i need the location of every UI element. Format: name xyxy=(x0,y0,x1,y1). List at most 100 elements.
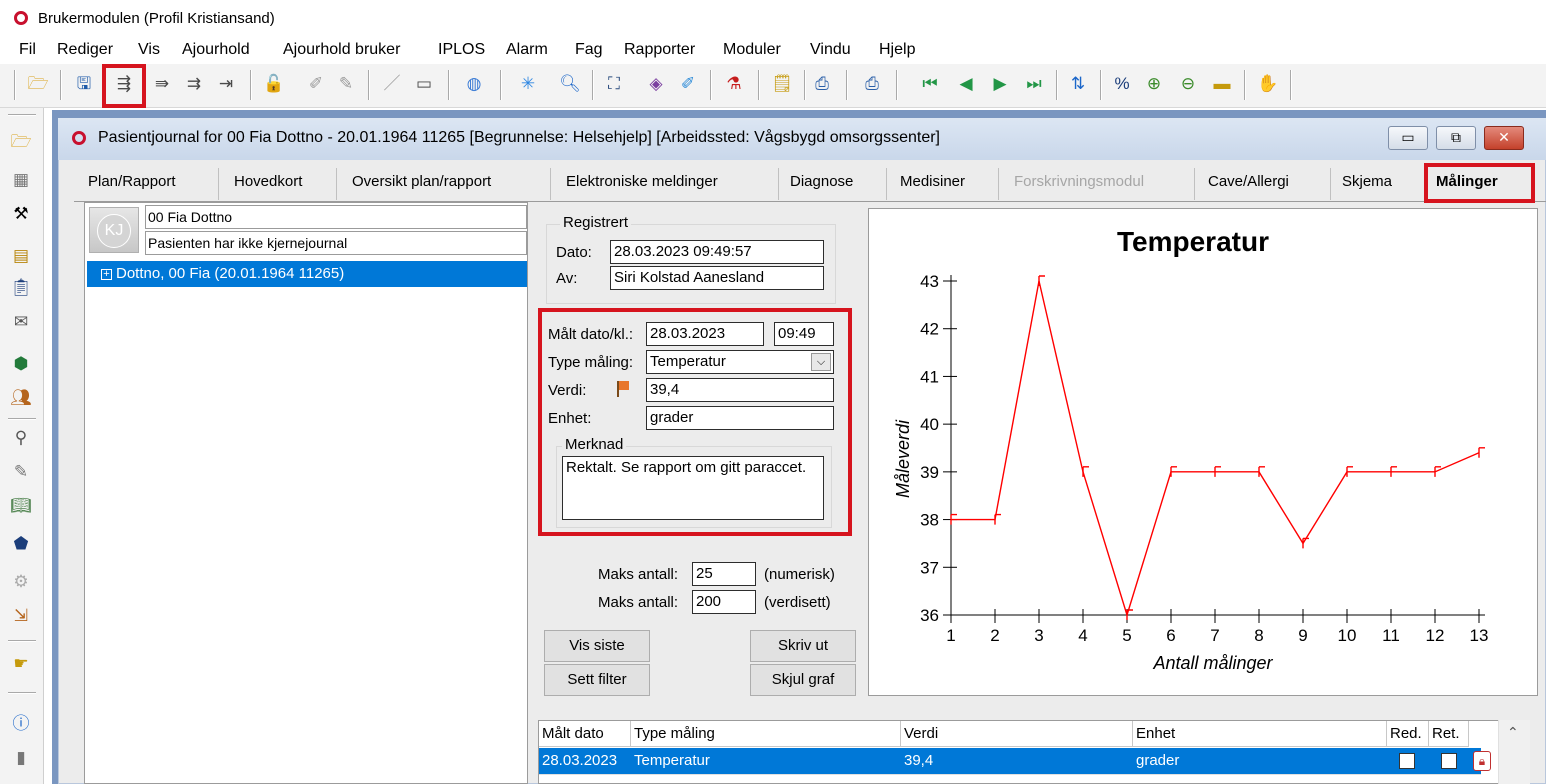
zoom-out-icon[interactable]: ⊖ xyxy=(1176,72,1200,96)
tools-icon[interactable]: ⚒ xyxy=(9,202,33,226)
calendar-icon[interactable]: ▦ xyxy=(9,168,33,192)
menu-alarm[interactable]: Alarm xyxy=(506,41,548,59)
header-verdi[interactable]: Verdi xyxy=(901,721,1133,747)
tab-diagnose[interactable]: Diagnose xyxy=(790,173,853,190)
print-preview-icon[interactable]: ⎙ xyxy=(860,72,884,96)
print-icon[interactable]: ⎙ xyxy=(810,72,834,96)
document-icon[interactable]: ▤ xyxy=(9,244,33,268)
first-record-icon[interactable]: ⏮ xyxy=(918,72,942,96)
settings-icon[interactable]: ⚙ xyxy=(9,570,33,594)
exit-door-icon[interactable]: ⇲ xyxy=(9,604,33,628)
table-row[interactable]: 28.03.2023 Temperatur 39,4 grader 🔒︎ xyxy=(539,748,1491,774)
patient-tree-item[interactable]: + Dottno, 00 Fia (20.01.1964 11265) xyxy=(87,261,527,287)
clipboard-icon[interactable]: 📋︎ xyxy=(9,276,33,300)
mail-icon[interactable]: ✉ xyxy=(9,310,33,334)
stethoscope-icon[interactable]: ⚲ xyxy=(9,426,33,450)
tab-forskrivningsmodul[interactable]: Forskrivningsmodul xyxy=(1014,173,1144,190)
header-red[interactable]: Red. xyxy=(1387,721,1429,747)
bandage-icon[interactable]: ⬢ xyxy=(9,352,33,376)
eraser-icon[interactable]: ◈ xyxy=(644,72,668,96)
tab-plan-rapport[interactable]: Plan/Rapport xyxy=(88,173,176,190)
binoculars-icon[interactable]: ⛶ xyxy=(602,72,626,96)
menu-fil[interactable]: Fil xyxy=(19,41,36,59)
x-tick-label: 7 xyxy=(1210,626,1219,645)
users-icon[interactable]: 👥︎ xyxy=(9,386,33,410)
flask-icon[interactable]: ⚗ xyxy=(722,72,746,96)
table-scrollbar[interactable]: ⌃ xyxy=(1498,720,1530,784)
minimize-button[interactable]: ▭ xyxy=(1388,126,1428,150)
tab-medisiner[interactable]: Medisiner xyxy=(900,173,965,190)
notepad-icon[interactable]: 🗒 xyxy=(770,72,794,96)
table-row[interactable] xyxy=(539,774,1481,784)
light-icon[interactable]: ✳ xyxy=(516,72,540,96)
header-ret[interactable]: Ret. xyxy=(1429,721,1469,747)
close-button[interactable]: ✕ xyxy=(1484,126,1524,150)
restore-button[interactable]: ⧉ xyxy=(1436,126,1476,150)
menu-ajourhold[interactable]: Ajourhold xyxy=(182,41,250,59)
skjul-graf-button[interactable]: Skjul graf xyxy=(750,664,856,696)
form-icon[interactable]: ▭ xyxy=(412,72,436,96)
menu-hjelp[interactable]: Hjelp xyxy=(879,41,915,59)
red-checkbox[interactable] xyxy=(1399,753,1415,769)
tab-hovedkort[interactable]: Hovedkort xyxy=(234,173,302,190)
header-enhet[interactable]: Enhet xyxy=(1133,721,1387,747)
multi-pin-icon[interactable]: ✎ xyxy=(334,72,358,96)
syringe-icon[interactable]: ✐ xyxy=(676,72,700,96)
open-folder-icon[interactable]: 🗁 xyxy=(26,72,50,96)
hand-icon[interactable]: ☛ xyxy=(9,652,33,676)
save-icon[interactable]: 🖫 xyxy=(72,72,96,96)
chart-svg: Temperatur Antall målinger Måleverdi 363… xyxy=(893,226,1488,673)
maks-antall-numerisk-input[interactable]: 25 xyxy=(692,562,756,586)
tab-oversikt-plan-rapport[interactable]: Oversikt plan/rapport xyxy=(352,173,491,190)
menu-rapporter[interactable]: Rapporter xyxy=(624,41,695,59)
header-type-maling[interactable]: Type måling xyxy=(631,721,901,747)
vis-siste-button[interactable]: Vis siste xyxy=(544,630,650,662)
skriv-ut-button[interactable]: Skriv ut xyxy=(750,630,856,662)
unlock-icon[interactable]: 🔓 xyxy=(262,72,286,96)
menu-iplos[interactable]: IPLOS xyxy=(438,41,485,59)
menu-moduler[interactable]: Moduler xyxy=(723,41,781,59)
next-record-icon[interactable]: ▶ xyxy=(988,72,1012,96)
help-icon[interactable]: ⓘ xyxy=(9,712,33,736)
ret-checkbox[interactable] xyxy=(1441,753,1457,769)
menu-vis[interactable]: Vis xyxy=(138,41,160,59)
sort-icon[interactable]: ⇅ xyxy=(1066,72,1090,96)
sett-filter-button[interactable]: Sett filter xyxy=(544,664,650,696)
last-record-icon[interactable]: ⏭ xyxy=(1022,72,1046,96)
y-tick-label: 39 xyxy=(920,463,939,482)
tag-icon[interactable]: ⬟ xyxy=(9,532,33,556)
tree-indent-icon[interactable]: ⇥ xyxy=(214,72,238,96)
folder-icon[interactable]: 🗁 xyxy=(9,130,33,154)
tree-collapse-icon[interactable]: ⇉ xyxy=(182,72,206,96)
zoom-in-icon[interactable]: ⊕ xyxy=(1142,72,1166,96)
header-malt-dato[interactable]: Målt dato xyxy=(539,721,631,747)
menu-ajourhold-bruker[interactable]: Ajourhold bruker xyxy=(283,41,400,59)
edit-document-icon[interactable]: ✎ xyxy=(9,460,33,484)
scroll-up-icon[interactable]: ⌃ xyxy=(1507,724,1519,741)
temperature-chart: Temperatur Antall målinger Måleverdi 36 3… xyxy=(868,208,1538,696)
globe-icon[interactable]: ◍ xyxy=(462,72,486,96)
maks-antall-verdisett-input[interactable]: 200 xyxy=(692,590,756,614)
tab-cave-allergi[interactable]: Cave/Allergi xyxy=(1208,173,1289,190)
tree-add-icon[interactable]: ⇛ xyxy=(150,72,174,96)
percent-icon[interactable]: % xyxy=(1110,72,1134,96)
ruler-icon[interactable]: ▬ xyxy=(1210,72,1234,96)
patient-panel: KJ 00 Fia Dottno Pasienten har ikke kjer… xyxy=(84,202,528,784)
pin-icon[interactable]: ✐ xyxy=(304,72,328,96)
previous-record-icon[interactable]: ◀ xyxy=(954,72,978,96)
pencil-icon[interactable]: ／ xyxy=(380,72,404,96)
tab-elektroniske-meldinger[interactable]: Elektroniske meldinger xyxy=(566,173,718,190)
search-icon[interactable]: 🔍︎ xyxy=(558,72,582,96)
cell-enhet: grader xyxy=(1136,752,1180,769)
measurements-table: Målt dato Type måling Verdi Enhet Red. R… xyxy=(538,720,1530,784)
menu-fag[interactable]: Fag xyxy=(575,41,603,59)
book-icon[interactable]: 📖︎ xyxy=(9,494,33,518)
app-title: Brukermodulen (Profil Kristiansand) xyxy=(38,10,275,27)
expand-icon[interactable]: + xyxy=(101,269,112,280)
manual-icon[interactable]: ▮ xyxy=(9,746,33,770)
menu-vindu[interactable]: Vindu xyxy=(810,41,851,59)
menu-rediger[interactable]: Rediger xyxy=(57,41,113,59)
tab-skjema[interactable]: Skjema xyxy=(1342,173,1392,190)
gloves-icon[interactable]: ✋ xyxy=(1256,72,1280,96)
x-tick-label: 12 xyxy=(1426,626,1445,645)
